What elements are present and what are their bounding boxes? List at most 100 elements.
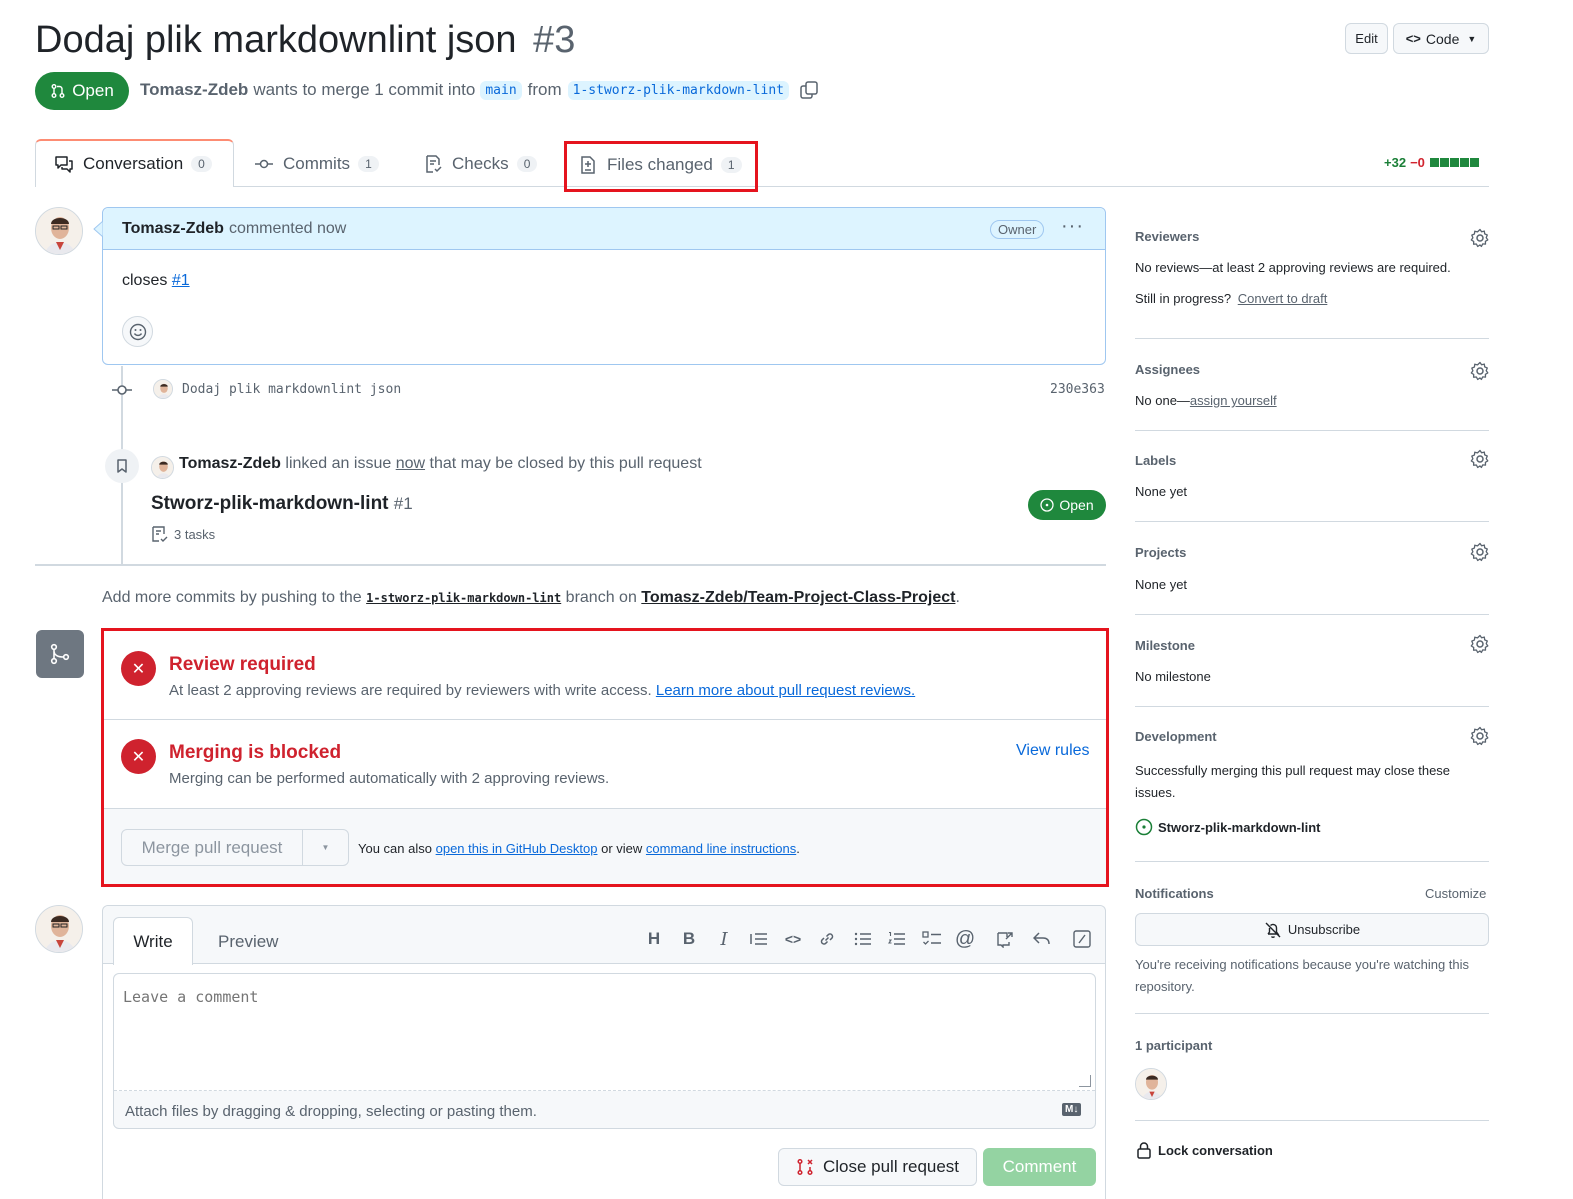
event-text-1: linked an issue xyxy=(285,455,392,472)
checklist-icon xyxy=(426,154,442,173)
italic-icon[interactable]: I xyxy=(713,928,735,950)
development-issue-link[interactable]: Stworz-plik-markdown-lint xyxy=(1158,820,1321,835)
learn-more-link[interactable]: Learn more about pull request reviews. xyxy=(656,682,915,699)
assignees-status: No one—assign yourself xyxy=(1135,393,1277,408)
code-label: Code xyxy=(1425,30,1460,47)
projects-heading[interactable]: Projects xyxy=(1135,545,1186,560)
participant-avatar[interactable] xyxy=(1135,1068,1167,1100)
milestone-heading[interactable]: Milestone xyxy=(1135,638,1195,653)
comment-body: closes #1 xyxy=(103,250,1105,290)
heading-icon[interactable]: H xyxy=(643,928,665,950)
tasks-count: 3 tasks xyxy=(174,526,216,542)
comment-submit-button[interactable]: Comment xyxy=(983,1148,1096,1186)
merge-box-icon-badge xyxy=(36,630,84,678)
tab-checks-count: 0 xyxy=(516,155,538,172)
code-button[interactable]: <> Code ▼ xyxy=(1393,23,1489,54)
merge-options-dropdown[interactable]: ▼ xyxy=(303,830,348,865)
event-avatar[interactable] xyxy=(151,456,174,479)
gear-icon[interactable] xyxy=(1470,634,1490,654)
comment-time[interactable]: commented now xyxy=(229,220,346,238)
development-heading[interactable]: Development xyxy=(1135,729,1217,744)
comment-textarea[interactable] xyxy=(114,974,1095,1091)
close-pull-request-button[interactable]: Close pull request xyxy=(778,1148,977,1186)
gear-icon[interactable] xyxy=(1470,361,1490,381)
tab-commits[interactable]: Commits 1 xyxy=(254,140,379,187)
comment-author-link[interactable]: Tomasz-Zdeb xyxy=(122,220,224,238)
reviewers-status: No reviews—at least 2 approving reviews … xyxy=(1135,260,1451,275)
lock-conversation[interactable]: Lock conversation xyxy=(1136,1141,1273,1159)
attach-files-text[interactable]: Attach files by dragging & dropping, sel… xyxy=(125,1103,537,1120)
resize-handle[interactable] xyxy=(1079,1075,1091,1087)
view-rules-link[interactable]: View rules xyxy=(1016,742,1090,760)
unordered-list-icon[interactable] xyxy=(852,928,874,950)
tab-files-changed-label: Files changed xyxy=(607,154,713,174)
cross-reference-icon[interactable] xyxy=(994,928,1016,950)
labels-heading[interactable]: Labels xyxy=(1135,453,1176,468)
tab-files-changed[interactable]: Files changed 1 xyxy=(578,141,742,188)
owner-badge: Owner xyxy=(990,220,1045,239)
github-desktop-link[interactable]: open this in GitHub Desktop xyxy=(436,841,598,856)
reply-icon[interactable] xyxy=(1031,928,1053,950)
comment-header: Tomasz-Zdeb commented now Owner ··· xyxy=(103,208,1105,250)
markdown-icon[interactable]: M↓ xyxy=(1062,1103,1082,1116)
base-branch[interactable]: main xyxy=(480,80,522,100)
link-icon[interactable] xyxy=(816,928,838,950)
customize-link[interactable]: Customize xyxy=(1425,886,1486,901)
gear-icon[interactable] xyxy=(1470,726,1490,746)
issue-opened-icon xyxy=(1135,818,1153,836)
tab-commits-label: Commits xyxy=(283,153,351,173)
git-merge-icon xyxy=(50,643,70,665)
slash-commands-icon[interactable] xyxy=(1071,928,1093,950)
copy-icon[interactable] xyxy=(799,80,819,100)
pull-request-icon xyxy=(51,84,65,98)
gear-icon[interactable] xyxy=(1470,449,1490,469)
convert-to-draft-link[interactable]: Convert to draft xyxy=(1238,291,1328,306)
event-time-link[interactable]: now xyxy=(396,455,425,472)
state-label: Open xyxy=(72,81,114,100)
pr-author-link[interactable]: Tomasz-Zdeb xyxy=(140,80,248,100)
commit-sha-link[interactable]: 230e363 xyxy=(1050,382,1105,397)
kebab-horizontal-icon[interactable]: ··· xyxy=(1061,215,1084,238)
tab-checks[interactable]: Checks 0 xyxy=(423,140,538,187)
mention-icon[interactable]: @ xyxy=(954,928,976,950)
head-branch[interactable]: 1-stworz-plik-markdown-lint xyxy=(567,80,789,100)
unsubscribe-button[interactable]: Unsubscribe xyxy=(1135,913,1489,946)
assign-yourself-link[interactable]: assign yourself xyxy=(1190,393,1277,408)
development-issue[interactable]: Stworz-plik-markdown-lint xyxy=(1135,818,1321,836)
milestone-status: No milestone xyxy=(1135,669,1211,684)
push-hint-prefix: Add more commits by pushing to the xyxy=(102,589,362,606)
quote-icon[interactable] xyxy=(748,928,770,950)
participants-heading: 1 participant xyxy=(1135,1038,1213,1053)
linked-issue-title-link[interactable]: Stworz-plik-markdown-lint xyxy=(151,493,389,514)
commit-message-link[interactable]: Dodaj plik markdownlint json xyxy=(182,382,401,397)
smiley-icon xyxy=(129,323,146,340)
gear-icon[interactable] xyxy=(1470,542,1490,562)
code-icon[interactable]: <> xyxy=(782,928,804,950)
tab-preview[interactable]: Preview xyxy=(218,932,278,952)
tab-conversation[interactable]: Conversation 0 xyxy=(54,140,212,187)
push-hint-repo-link[interactable]: Tomasz-Zdeb/Team-Project-Class-Project xyxy=(641,589,955,606)
event-author-link[interactable]: Tomasz-Zdeb xyxy=(179,455,281,472)
tab-write[interactable]: Write xyxy=(113,917,193,965)
task-list-icon[interactable] xyxy=(921,928,943,950)
command-line-link[interactable]: command line instructions xyxy=(646,841,796,856)
avatar[interactable] xyxy=(35,207,83,255)
assignees-heading[interactable]: Assignees xyxy=(1135,362,1200,377)
git-commit-icon xyxy=(112,385,132,395)
issue-reference-link[interactable]: #1 xyxy=(172,272,190,289)
add-reaction-button[interactable] xyxy=(122,316,153,347)
issue-opened-icon xyxy=(1040,498,1055,512)
reviewers-heading[interactable]: Reviewers xyxy=(1135,229,1199,244)
diffstat: +32 −0 xyxy=(1384,155,1479,170)
pr-number: #3 xyxy=(533,19,576,61)
push-hint-branch[interactable]: 1-stworz-plik-markdown-lint xyxy=(366,591,561,605)
bold-icon[interactable]: B xyxy=(678,928,700,950)
gear-icon[interactable] xyxy=(1470,228,1490,248)
edit-button[interactable]: Edit xyxy=(1345,23,1388,54)
merge-pull-request-button[interactable]: Merge pull request xyxy=(122,830,303,865)
commit-avatar[interactable] xyxy=(153,379,173,399)
pr-meta: Tomasz-Zdeb wants to merge 1 commit into… xyxy=(140,80,819,100)
notifications-reason: You're receiving notifications because y… xyxy=(1135,957,1470,994)
avatar[interactable] xyxy=(35,905,83,953)
ordered-list-icon[interactable] xyxy=(886,928,908,950)
